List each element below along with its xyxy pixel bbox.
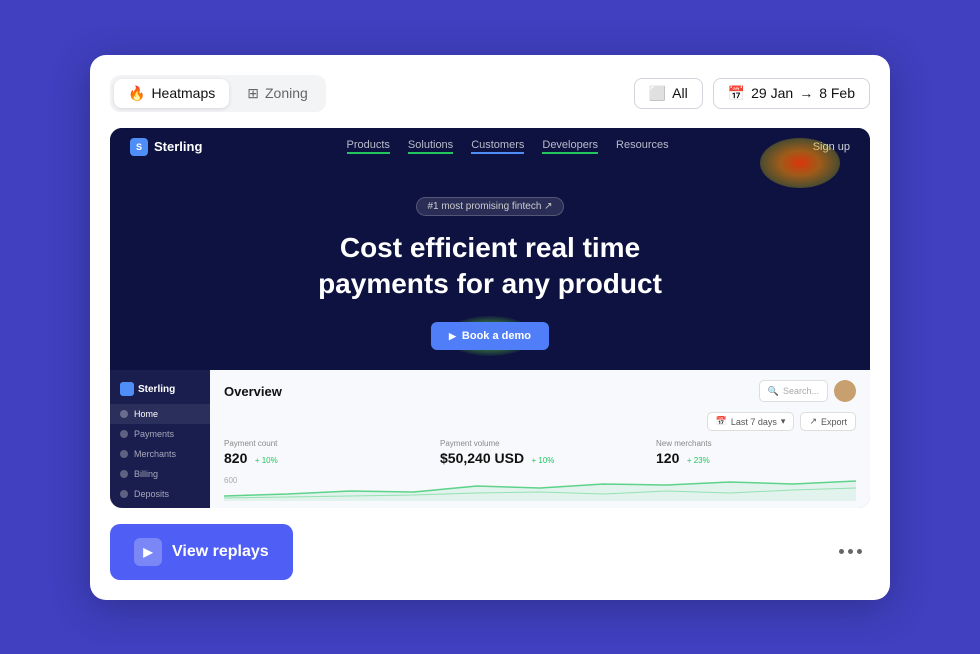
dash-controls-row: 📅 Last 7 days ▾ ↗ Export [224, 412, 856, 431]
site-link-resources: Resources [616, 139, 669, 154]
dash-menu-merchants: Merchants [110, 444, 210, 464]
dash-logo-icon [120, 382, 134, 396]
dot2 [848, 549, 853, 554]
all-button[interactable]: ⬜ All [634, 78, 703, 109]
site-logo-icon: S [130, 138, 148, 156]
site-link-products: Products [347, 139, 390, 154]
site-link-solutions: Solutions [408, 139, 453, 154]
dot1 [839, 549, 844, 554]
dash-menu-developers: Developers [110, 504, 210, 507]
more-options-button[interactable] [831, 541, 870, 562]
heatmap-preview: S Sterling Products Solutions Customers … [110, 128, 870, 508]
dashboard-section: Sterling Home Payments Merchants Billing [110, 370, 870, 507]
dash-chart: 600 [224, 476, 856, 501]
search-icon: 🔍 [768, 386, 779, 397]
site-link-developers: Developers [542, 139, 598, 154]
cta-button[interactable]: ▶ Book a demo [431, 322, 549, 350]
tab-group: 🔥 Heatmaps ⊞ Zoning [110, 75, 326, 112]
bottom-bar: ▶ View replays [110, 524, 870, 580]
dash-menu-deposits: Deposits [110, 484, 210, 504]
play-icon: ▶ [134, 538, 162, 566]
calendar-icon: 📅 [728, 85, 745, 102]
export-btn: ↗ Export [800, 412, 856, 431]
hero-badge: #1 most promising fintech ↗ [416, 197, 563, 216]
metric-new-merchants: New merchants 120 + 23% [656, 439, 856, 468]
dash-logo: Sterling [110, 378, 210, 404]
last7days-btn: 📅 Last 7 days ▾ [707, 412, 795, 431]
dash-content: Overview 🔍 Search... 📅 Last [210, 370, 870, 507]
screen-icon: ⬜ [649, 85, 666, 102]
cta-wrap: ▶ Book a demo [431, 322, 549, 350]
avatar [834, 380, 856, 402]
site-link-customers: Customers [471, 139, 524, 154]
hero-title: Cost efficient real time payments for an… [130, 230, 850, 303]
dash-menu-home: Home [110, 404, 210, 424]
dash-menu-payments: Payments [110, 424, 210, 444]
dash-overview-title: Overview [224, 384, 282, 399]
tab-zoning[interactable]: ⊞ Zoning [233, 79, 322, 108]
main-card: 🔥 Heatmaps ⊞ Zoning ⬜ All 📅 29 Jan → 8 F… [90, 55, 890, 600]
zoning-icon: ⊞ [247, 85, 259, 102]
billing-icon [120, 470, 128, 478]
export-icon: ↗ [809, 416, 817, 427]
site-links: Products Solutions Customers Developers … [347, 139, 669, 154]
merchants-icon [120, 450, 128, 458]
site-nav: S Sterling Products Solutions Customers … [110, 128, 870, 166]
dash-menu-billing: Billing [110, 464, 210, 484]
deposits-icon [120, 490, 128, 498]
dash-search: 🔍 Search... [759, 380, 828, 402]
dash-header: Overview 🔍 Search... [224, 380, 856, 402]
hotspot-topright [760, 138, 840, 188]
dot3 [857, 549, 862, 554]
payments-icon [120, 430, 128, 438]
chevron-icon: ▾ [781, 416, 786, 427]
view-replays-button[interactable]: ▶ View replays [110, 524, 293, 580]
metric-payment-count: Payment count 820 + 10% [224, 439, 424, 468]
toolbar: 🔥 Heatmaps ⊞ Zoning ⬜ All 📅 29 Jan → 8 F… [110, 75, 870, 112]
dash-metrics: Payment count 820 + 10% Payment volume $… [224, 439, 856, 468]
home-icon [120, 410, 128, 418]
tab-heatmaps[interactable]: 🔥 Heatmaps [114, 79, 229, 108]
hero-section: #1 most promising fintech ↗ Cost efficie… [110, 166, 870, 371]
dash-controls: 🔍 Search... [759, 380, 856, 402]
calendar-small-icon: 📅 [716, 416, 727, 427]
toolbar-right: ⬜ All 📅 29 Jan → 8 Feb [634, 78, 870, 109]
dash-sidebar: Sterling Home Payments Merchants Billing [110, 370, 210, 507]
chart-svg [224, 476, 856, 501]
period-controls: 📅 Last 7 days ▾ ↗ Export [707, 412, 856, 431]
heatmap-icon: 🔥 [128, 85, 145, 102]
site-logo: S Sterling [130, 138, 202, 156]
play-mini-icon: ▶ [449, 331, 456, 342]
metric-payment-volume: Payment volume $50,240 USD + 10% [440, 439, 640, 468]
date-range-button[interactable]: 📅 29 Jan → 8 Feb [713, 78, 870, 109]
